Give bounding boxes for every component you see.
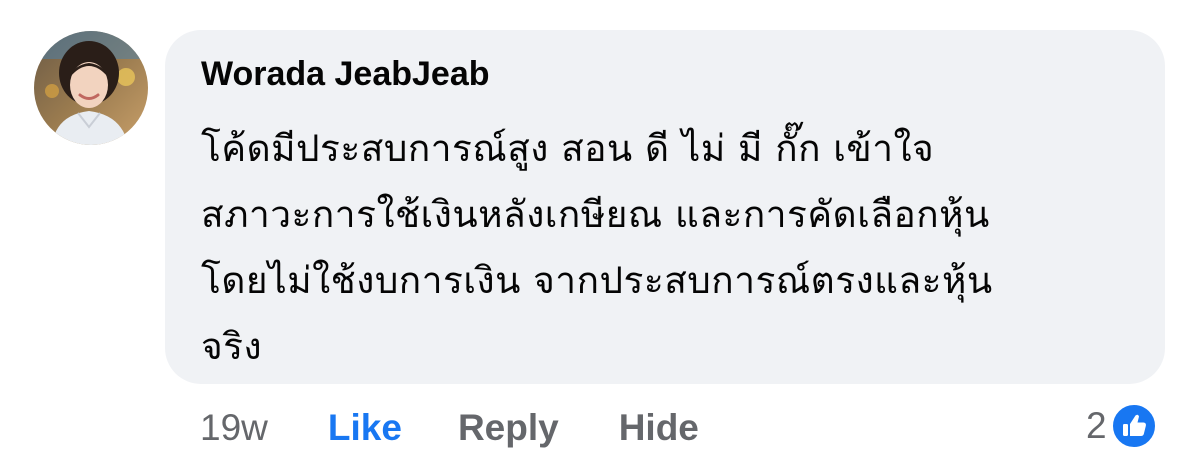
avatar[interactable] bbox=[34, 31, 148, 145]
comment-text-line: จริง bbox=[201, 325, 263, 368]
like-button[interactable]: Like bbox=[328, 407, 402, 449]
comment-author[interactable]: Worada JeabJeab bbox=[201, 54, 490, 94]
comment-text-line: สภาวะการใช้เงินหลังเกษียณ และการคัดเลือก… bbox=[201, 193, 990, 236]
comment-text-line: โดยไม่ใช้งบการเงิน จากประสบการณ์ตรงและหุ… bbox=[201, 259, 993, 302]
comment-timestamp[interactable]: 19w bbox=[200, 407, 268, 449]
comment-bubble: Worada JeabJeab โค้ดมีประสบการณ์สูง สอน … bbox=[165, 30, 1165, 384]
thumbs-up-icon bbox=[1110, 403, 1157, 449]
reply-button[interactable]: Reply bbox=[458, 407, 559, 449]
comment-text: โค้ดมีประสบการณ์สูง สอน ดี ไม่ มี กั๊ก เ… bbox=[201, 116, 1151, 380]
reaction-count: 2 bbox=[1086, 405, 1107, 446]
reaction-summary[interactable]: 2 bbox=[1086, 400, 1157, 452]
avatar-photo bbox=[34, 31, 148, 145]
hide-button[interactable]: Hide bbox=[619, 407, 699, 449]
comment-text-line: โค้ดมีประสบการณ์สูง สอน ดี ไม่ มี กั๊ก เ… bbox=[201, 127, 935, 170]
comment: Worada JeabJeab โค้ดมีประสบการณ์สูง สอน … bbox=[0, 0, 1200, 476]
comment-actions: 19w Like Reply Hide bbox=[200, 402, 699, 454]
